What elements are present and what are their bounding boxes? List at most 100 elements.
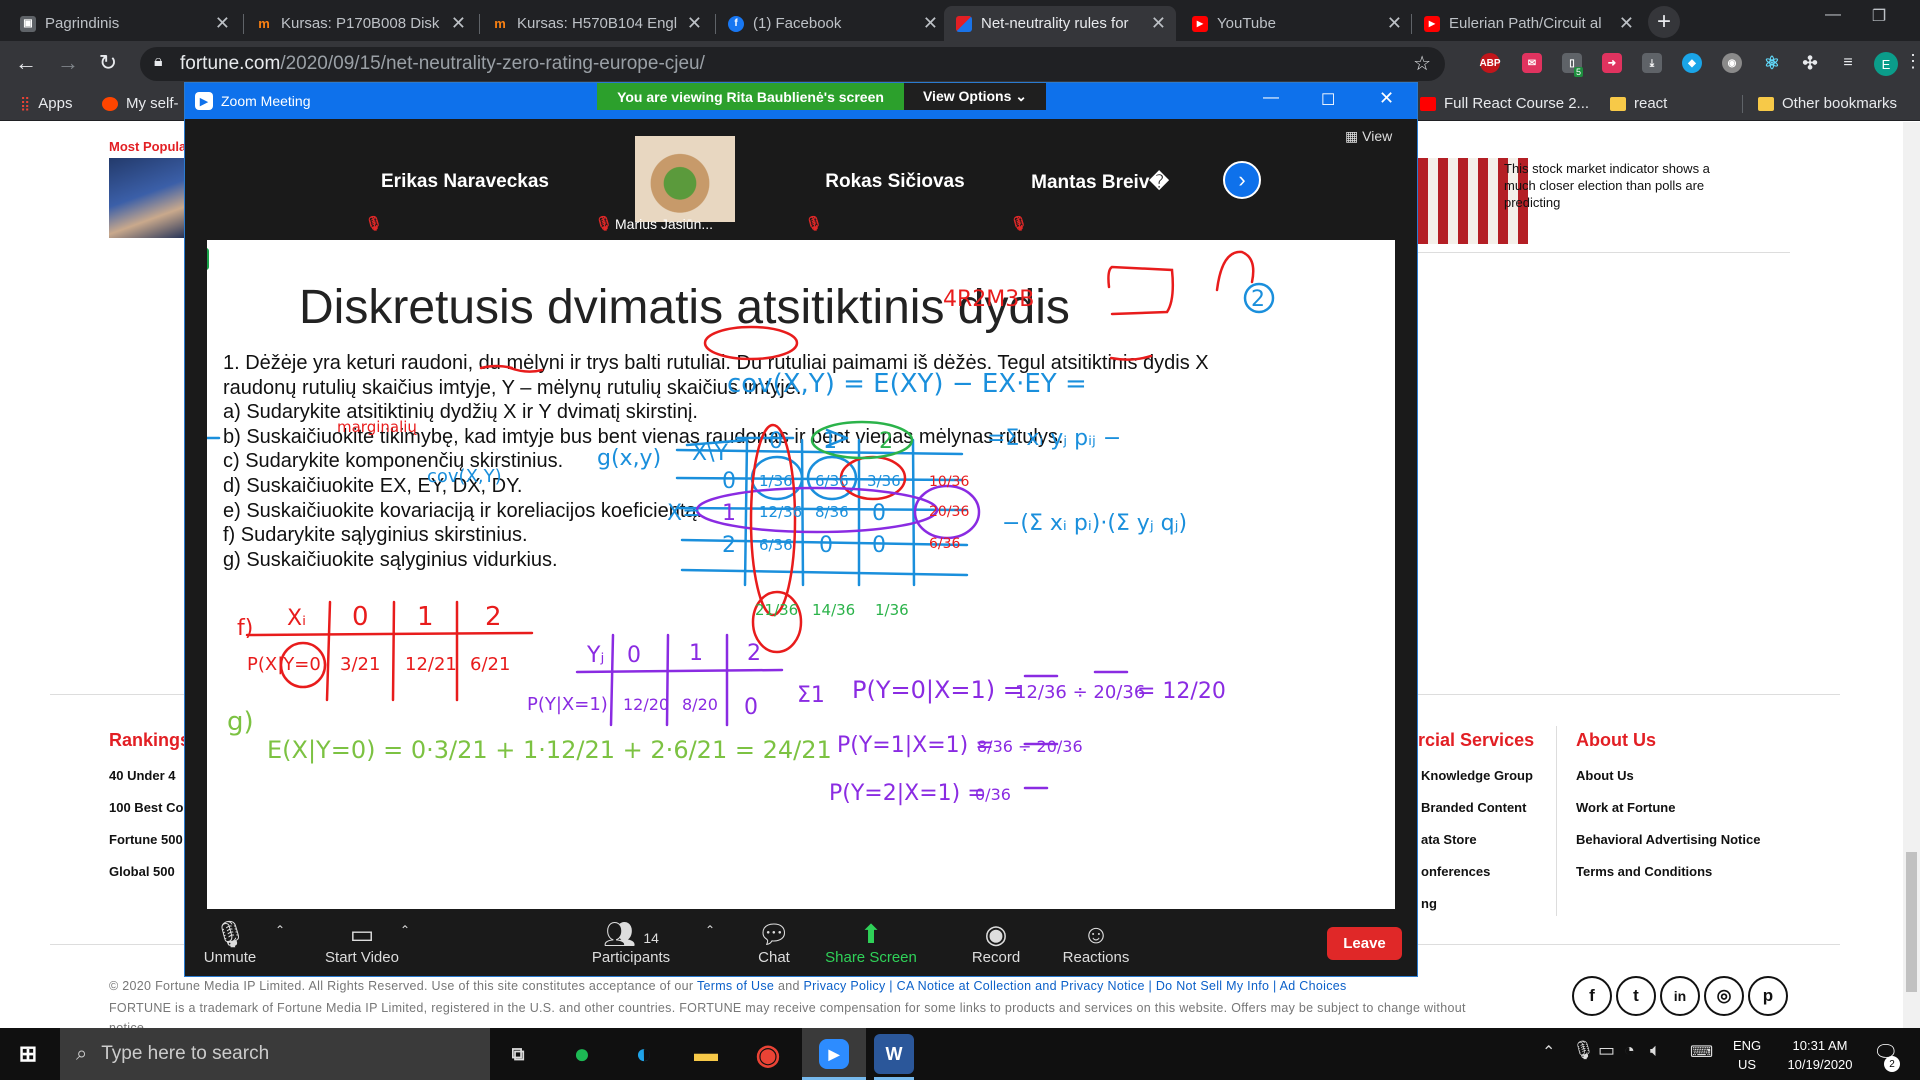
star-icon[interactable]: ☆ [1413,51,1431,76]
chevron-up-icon[interactable]: ⌃ [1542,1042,1555,1062]
back-arrow-icon[interactable]: ← [12,50,40,76]
reload-icon[interactable]: ↻ [94,50,122,76]
shared-screen[interactable]: Diskretusis dvimatis atsitiktinis dydis … [207,240,1395,910]
ad-choices-link[interactable]: | Ad Choices [1273,979,1347,993]
battery-icon[interactable]: ▭ [1598,1040,1615,1061]
tab-kursas-2[interactable]: m Kursas: H570B104 Engl ✕ [480,6,712,41]
clock[interactable]: 10:31 AM 10/19/2020 [1780,1036,1860,1074]
tab-fortune[interactable]: Net-neutrality rules for ✕ [944,6,1176,41]
participant-tile[interactable]: Mantas Breiv� 🎙︎ [1000,128,1200,236]
address-bar[interactable]: 🔒︎ fortune.com/2020/09/15/net-neutrality… [140,47,1445,81]
article-thumbnail[interactable] [109,158,189,238]
services-item[interactable]: ata Store [1421,832,1477,847]
twitter-icon[interactable]: t [1616,976,1656,1016]
story-headline[interactable]: This stock market indicator shows a much… [1504,160,1724,211]
services-item[interactable]: onferences [1421,864,1490,879]
share-extension-icon[interactable]: ➜ [1602,53,1622,73]
chrome-icon[interactable]: ◉ [748,1034,788,1074]
chat-button[interactable]: 💬︎ Chat [729,919,819,966]
scrollbar-thumb[interactable] [1906,852,1917,992]
zoom-taskbar-button[interactable]: ▶ [802,1028,866,1080]
taskbar-search[interactable]: ⌕ Type here to search [60,1028,490,1080]
restore-icon[interactable]: ❐ [1856,6,1902,26]
services-item[interactable]: Knowledge Group [1421,768,1533,783]
about-item[interactable]: Terms and Conditions [1576,864,1712,879]
participants-button[interactable]: 👥︎ 14 Participants [581,919,681,966]
rankings-item[interactable]: 100 Best Co [109,800,183,815]
mic-tray-icon[interactable]: 🎙︎ [1572,1040,1595,1061]
bookmark-react[interactable]: react [1610,95,1667,112]
rankings-item[interactable]: 40 Under 4 [109,768,175,783]
start-video-button[interactable]: ▭ Start Video [312,919,412,966]
about-item[interactable]: Behavioral Advertising Notice [1576,832,1760,847]
spotify-icon[interactable]: ● [562,1034,602,1074]
windows-start-icon[interactable]: ⊞ [8,1034,48,1074]
close-icon[interactable]: ✕ [1619,13,1634,34]
adblock-icon[interactable]: ABP [1479,53,1501,73]
minimize-icon[interactable]: — [1810,6,1856,24]
participant-tile[interactable]: Rokas Sičiovas 🎙︎ [795,128,995,236]
close-icon[interactable]: ✕ [1151,13,1166,34]
about-heading[interactable]: About Us [1576,730,1656,751]
reading-list-icon[interactable]: ≡ [1838,53,1858,73]
privacy-link[interactable]: Privacy Policy [804,979,886,993]
facebook-icon[interactable]: f [1572,976,1612,1016]
view-button[interactable]: ▦ View [1345,128,1392,145]
close-icon[interactable]: ✕ [215,13,230,34]
services-item[interactable]: ng [1421,896,1437,911]
share-screen-button[interactable]: ⬆ Share Screen [821,919,921,966]
next-participants-button[interactable]: › [1223,161,1261,199]
edge-icon[interactable]: ◐ [624,1034,664,1074]
about-item[interactable]: Work at Fortune [1576,800,1675,815]
bookmark-apps[interactable]: ⣿ Apps [20,95,72,112]
terms-link[interactable]: Terms of Use [697,979,774,993]
bookmark-other[interactable]: Other bookmarks [1758,95,1897,112]
linkedin-icon[interactable]: in [1660,976,1700,1016]
volume-icon[interactable]: 🔈︎ [1650,1040,1661,1061]
tab-kursas-1[interactable]: m Kursas: P170B008 Disk ✕ [244,6,476,41]
close-icon[interactable]: ✕ [923,13,938,34]
ca-notice-link[interactable]: | CA Notice at Collection and Privacy No… [889,979,1144,993]
maximize-icon[interactable]: ☐ [1321,90,1335,110]
tab-youtube[interactable]: ▶ YouTube ✕ [1180,6,1412,41]
about-item[interactable]: About Us [1576,768,1634,783]
network-icon[interactable]: ◔ [1624,1040,1635,1061]
file-explorer-icon[interactable]: ▬ [686,1034,726,1074]
tab-eulerian[interactable]: ▶ Eulerian Path/Circuit al ✕ [1412,6,1644,41]
view-options-button[interactable]: View Options ⌄ [904,83,1046,110]
forward-arrow-icon[interactable]: → [54,50,82,76]
do-not-sell-link[interactable]: | Do Not Sell My Info [1149,979,1270,993]
pinterest-icon[interactable]: p [1748,976,1788,1016]
reactions-button[interactable]: ☺ Reactions [1051,919,1141,966]
most-popular-label[interactable]: Most Popular [109,139,191,154]
minimize-icon[interactable]: — [1263,89,1279,107]
chevron-up-icon[interactable]: ⌃ [275,923,285,937]
edge-extension-icon[interactable]: ◆ [1682,53,1702,73]
close-icon[interactable]: ✕ [451,13,466,34]
react-devtools-icon[interactable]: ⚛ [1762,53,1782,73]
page-scrollbar[interactable] [1903,122,1920,1028]
tab-facebook[interactable]: f (1) Facebook ✕ [716,6,948,41]
chevron-up-icon[interactable]: ⌃ [705,923,715,937]
bookmark-react-course[interactable]: Full React Course 2... [1420,95,1589,112]
participant-tile[interactable]: Erikas Naraveckas 🎙︎ [355,128,575,236]
keyboard-icon[interactable]: ⌨ [1690,1042,1713,1062]
download-icon[interactable]: ⤓ [1642,53,1662,73]
profile-avatar[interactable]: E [1874,52,1898,76]
close-icon[interactable]: ✕ [1379,88,1394,109]
extensions-puzzle-icon[interactable]: ✣ [1800,53,1820,73]
bookmark-myself[interactable]: My self- [102,95,179,112]
new-tab-button[interactable]: + [1648,6,1680,38]
close-icon[interactable]: ✕ [687,13,702,34]
leave-button[interactable]: Leave [1327,927,1402,960]
rankings-heading[interactable]: Rankings [109,730,190,751]
rankings-item[interactable]: Global 500 [109,864,175,879]
rankings-item[interactable]: Fortune 500 [109,832,183,847]
participant-tile[interactable]: Marius Jasiūn... 🎙︎ [585,128,785,236]
unmute-button[interactable]: 🎙︎ Unmute [185,919,275,966]
language-indicator[interactable]: ENG US [1733,1036,1761,1074]
services-heading[interactable]: rcial Services [1418,730,1534,751]
services-item[interactable]: Branded Content [1421,800,1526,815]
mail-extension-icon[interactable]: ✉ [1522,53,1542,73]
instagram-icon[interactable]: ◎ [1704,976,1744,1016]
